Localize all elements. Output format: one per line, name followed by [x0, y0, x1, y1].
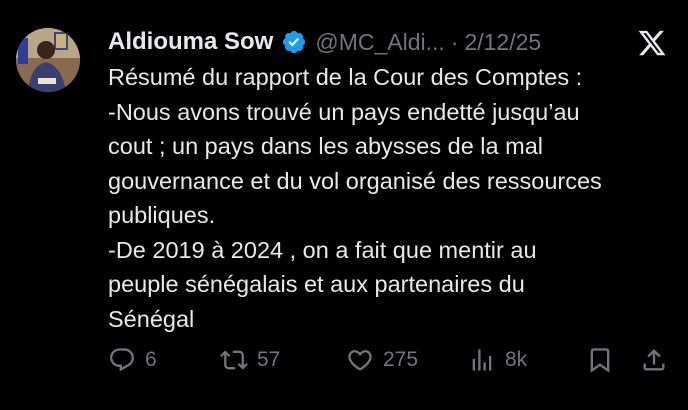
tweet-date[interactable]: 2/12/25 — [464, 29, 541, 56]
x-logo-icon[interactable] — [636, 28, 668, 58]
share-button[interactable] — [640, 342, 668, 378]
retweet-icon — [220, 346, 248, 374]
author-handle[interactable]: @MC_Aldi... — [315, 29, 444, 56]
like-count: 275 — [383, 348, 419, 371]
separator-dot: · — [450, 28, 459, 55]
tweet-text-line: -De 2019 à 2024 , on a fait que mentir a… — [108, 236, 537, 263]
bookmark-button[interactable] — [586, 342, 614, 378]
tweet-text-line: publiques. — [108, 202, 216, 228]
verified-badge-icon — [281, 29, 307, 55]
views-button[interactable]: 8k — [468, 342, 527, 378]
bookmark-icon — [586, 346, 614, 374]
tweet: Aldiouma Sow @MC_Aldi... · 2/12/25 Résum… — [0, 0, 688, 410]
reply-icon — [108, 346, 136, 374]
tweet-text-line: Sénégal — [108, 305, 195, 332]
retweet-count: 57 — [257, 348, 281, 371]
retweet-button[interactable]: 57 — [220, 342, 280, 378]
tweet-text-line: cout ; un pays dans les abysses de la ma… — [108, 133, 543, 159]
tweet-text-line: -Nous avons trouvé un pays endetté jusqu… — [108, 98, 580, 125]
author-name[interactable]: Aldiouma Sow — [108, 28, 273, 56]
heart-icon — [346, 346, 374, 374]
tweet-text-line: Résumé du rapport de la Cour des Comptes… — [108, 64, 583, 90]
avatar-photo — [16, 28, 80, 92]
avatar[interactable] — [16, 28, 80, 92]
tweet-text: Résumé du rapport de la Cour des Comptes… — [108, 60, 678, 336]
tweet-header: Aldiouma Sow @MC_Aldi... · 2/12/25 — [108, 26, 541, 58]
share-icon — [640, 346, 668, 374]
tweet-text-line: gouvernance et du vol organisé des resso… — [108, 167, 602, 194]
like-button[interactable]: 275 — [346, 342, 418, 378]
tweet-text-line: peuple sénégalais et aux partenaires du — [108, 271, 525, 297]
reply-button[interactable]: 6 — [108, 342, 157, 378]
action-bar: 6 57 275 8k — [108, 342, 672, 378]
views-count: 8k — [505, 348, 528, 371]
views-icon — [468, 346, 496, 374]
reply-count: 6 — [145, 348, 157, 371]
